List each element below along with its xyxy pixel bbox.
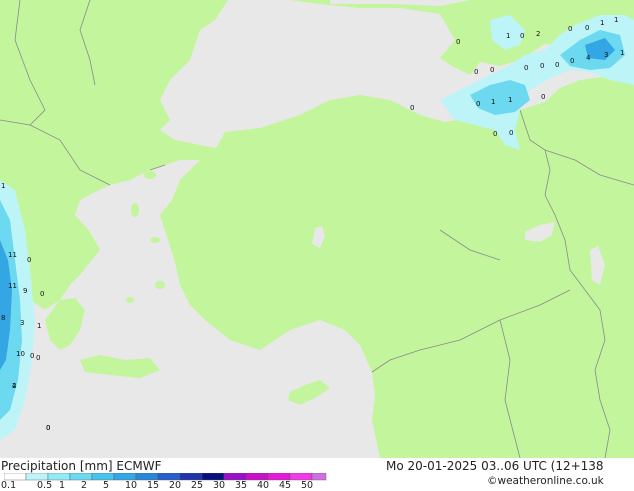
precip-value-label: 1 [491, 98, 495, 106]
precip-value-label: 0 [568, 25, 572, 33]
precipitation-map: 0 1 0 2 0 0 1 1 0 0 0 0 0 0 4 3 1 0 0 1 1 0 0 0 0 0 4 1 11 0 11 9 0 8 3 1 10… [0, 0, 634, 459]
scale-tick-label: 1 [59, 480, 66, 491]
precip-value-label: 0 [46, 424, 50, 432]
scale-tick-label: 20 [169, 480, 182, 491]
precip-value-label: 1 [614, 16, 618, 24]
scale-tick-label: 35 [235, 480, 248, 491]
island-aegean [155, 281, 165, 289]
scale-tick-label: 50 [301, 480, 314, 491]
scale-swatch [157, 473, 181, 481]
precip-value-label: 3 [604, 51, 608, 59]
precip-value-label: 1 [600, 19, 604, 27]
scale-swatch [47, 473, 71, 481]
precip-value-label: 0 [509, 129, 513, 137]
scale-tick-label: 15 [147, 480, 160, 491]
scale-swatch [201, 473, 225, 481]
scale-tick-label: 40 [257, 480, 270, 491]
map-svg: 01 0 20 01 10 0 0 0 0 0 4 3 10 0 1 1 00 00041110119 083 110… [0, 0, 634, 459]
island-aegean [150, 237, 160, 243]
precip-value-label: 1 [506, 32, 510, 40]
precip-value-label: 0 [493, 130, 497, 138]
precip-value-label: 3 [20, 319, 24, 327]
legend-title: Precipitation [mm] [1, 459, 113, 473]
scale-ticks: 0.1 0.5 1 2 5 10 15 20 25 30 35 40 45 50 [0, 480, 340, 491]
scale-tick-label: 5 [103, 480, 110, 491]
precip-value-label: 2 [12, 382, 16, 390]
precip-value-label: 1 [620, 49, 624, 57]
scale-swatch [69, 473, 93, 481]
scale-swatch [135, 473, 159, 481]
precip-value-label: 0 [585, 24, 589, 32]
precip-value-label: 11 [8, 282, 17, 290]
scale-tick-label: 25 [191, 480, 204, 491]
scale-swatch [91, 473, 115, 481]
precip-value-label: 8 [1, 314, 5, 322]
precip-value-label: 0 [30, 352, 34, 360]
precip-value-label: 0 [36, 354, 40, 362]
scale-swatch [311, 473, 327, 481]
scale-swatch [289, 473, 313, 481]
scale-tick-label: 0.1 [1, 480, 17, 491]
scale-tick-label: 45 [279, 480, 292, 491]
precip-value-label: 0 [555, 61, 559, 69]
precip-value-label: 1 [1, 182, 5, 190]
precip-value-label: 10 [16, 350, 25, 358]
precip-value-label: 1 [37, 322, 41, 330]
precip-value-label: 4 [586, 54, 591, 62]
precip-value-label: 0 [524, 64, 528, 72]
island-aegean [144, 171, 156, 179]
precip-value-label: 11 [8, 251, 17, 259]
precip-value-label: 0 [570, 57, 574, 65]
precip-value-label: 0 [490, 66, 494, 74]
precip-value-label: 0 [456, 38, 460, 46]
precip-value-label: 2 [536, 30, 540, 38]
precip-value-label: 0 [520, 32, 524, 40]
precip-value-label: 9 [23, 287, 27, 295]
precip-value-label: 0 [410, 104, 414, 112]
scale-tick-label: 30 [213, 480, 226, 491]
map-footer: Precipitation [mm] ECMWF Mo 20-01-2025 0… [0, 458, 634, 491]
precip-value-label: 0 [40, 290, 44, 298]
precip-value-label: 0 [476, 100, 480, 108]
island-aegean [131, 203, 139, 217]
precip-value-label: 0 [540, 62, 544, 70]
model-name: ECMWF [116, 459, 162, 473]
island-aegean [126, 297, 134, 303]
scale-tick-label: 10 [125, 480, 138, 491]
map-title: Precipitation [mm] ECMWF [1, 459, 161, 473]
scale-swatch [113, 473, 137, 481]
scale-swatch [267, 473, 291, 481]
scale-swatch [245, 473, 269, 481]
scale-tick-label: 0.5 [37, 480, 53, 491]
forecast-datetime: Mo 20-01-2025 03..06 UTC (12+138 [386, 459, 604, 473]
site-credit: ©weatheronline.co.uk [487, 475, 604, 487]
scale-swatch [4, 473, 27, 481]
precip-value-label: 0 [541, 93, 545, 101]
scale-swatch [179, 473, 203, 481]
precip-value-label: 0 [474, 68, 478, 76]
precip-value-label: 1 [508, 96, 512, 104]
scale-swatch [25, 473, 49, 481]
scale-swatch [223, 473, 247, 481]
scale-tick-label: 2 [81, 480, 88, 491]
precip-value-label: 0 [27, 256, 31, 264]
